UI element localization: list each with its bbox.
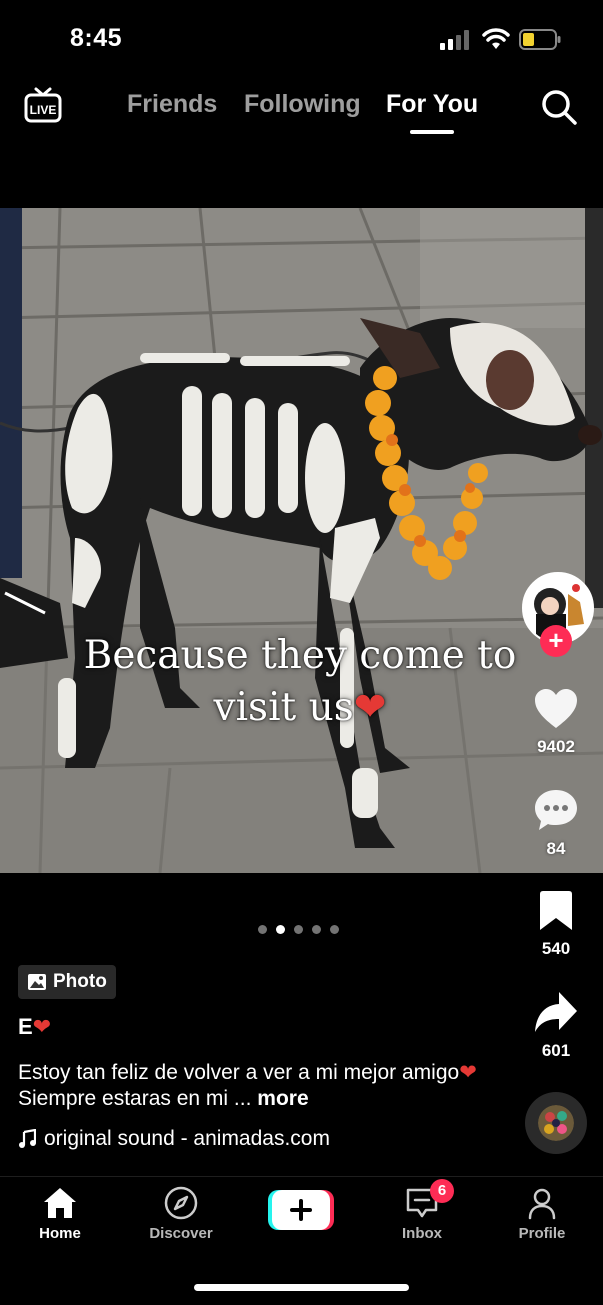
sound-cover (538, 1105, 574, 1141)
nav-profile[interactable]: Profile (492, 1185, 592, 1242)
battery-icon (519, 29, 561, 50)
caption-tail: Siempre estaras en mi ... (18, 1087, 258, 1110)
home-indicator (194, 1284, 409, 1291)
nav-inbox[interactable]: Inbox (372, 1185, 472, 1242)
wifi-icon (482, 28, 510, 49)
username-text: E (18, 1014, 33, 1039)
heart-emoji: ❤ (32, 1014, 52, 1039)
carousel-dot[interactable] (330, 925, 339, 934)
post-caption[interactable]: Estoy tan feliz de volver a ver a mi mej… (18, 1060, 488, 1112)
photo-overlay-text: Because they come to visit us❤ (60, 630, 540, 734)
svg-text:LIVE: LIVE (30, 103, 57, 117)
caption-text: Estoy tan feliz de volver a ver a mi mej… (18, 1061, 460, 1084)
caption-more-link[interactable]: more (257, 1087, 308, 1110)
inbox-notification-badge: 6 (430, 1179, 454, 1203)
sound-link[interactable]: original sound - animadas.com (18, 1127, 330, 1151)
bookmark-count: 540 (541, 939, 571, 958)
comment-icon (535, 790, 577, 830)
create-button[interactable] (268, 1188, 334, 1232)
comment-count: 84 (546, 839, 566, 858)
share-count: 601 (541, 1041, 571, 1060)
tab-following[interactable]: Following (244, 90, 361, 119)
overlay-line-1: Because they come to (83, 633, 517, 678)
music-note-icon (19, 1129, 36, 1148)
post-photo[interactable] (0, 208, 603, 873)
comment-button[interactable]: 84 (525, 788, 587, 859)
heart-icon (535, 689, 577, 728)
like-count: 9402 (537, 737, 575, 756)
photo-type-badge: Photo (18, 965, 116, 999)
overlay-line-2: visit us (213, 685, 354, 730)
follow-button[interactable]: + (540, 625, 572, 657)
search-icon[interactable] (540, 88, 578, 126)
carousel-dot[interactable] (312, 925, 321, 934)
nav-profile-label: Profile (518, 1225, 566, 1242)
bookmark-button[interactable]: 540 (525, 890, 587, 959)
heart-emoji: ❤ (459, 1061, 477, 1084)
creator-username[interactable]: E❤ (18, 1014, 51, 1040)
heart-emoji: ❤ (353, 685, 387, 730)
bookmark-icon (540, 891, 572, 930)
share-icon (535, 992, 577, 1032)
carousel-dot[interactable] (294, 925, 303, 934)
carousel-dot[interactable] (258, 925, 267, 934)
sound-name: original sound - animadas.com (44, 1127, 330, 1150)
nav-home-label: Home (39, 1225, 81, 1242)
live-icon[interactable]: LIVE (23, 86, 63, 126)
share-button[interactable]: 601 (525, 990, 587, 1061)
photo-icon (28, 974, 46, 990)
profile-icon (528, 1188, 556, 1220)
status-time: 8:45 (70, 24, 123, 52)
active-tab-indicator (410, 130, 454, 134)
carousel-dot-active[interactable] (276, 925, 285, 934)
carousel-indicator (258, 925, 339, 934)
nav-discover-label: Discover (149, 1225, 213, 1242)
cellular-signal-icon (440, 30, 469, 50)
nav-home[interactable]: Home (10, 1185, 110, 1242)
tab-friends[interactable]: Friends (127, 90, 217, 119)
tab-for-you[interactable]: For You (386, 90, 478, 119)
home-icon (44, 1188, 76, 1218)
like-button[interactable]: 9402 (525, 688, 587, 757)
nav-discover[interactable]: Discover (131, 1185, 231, 1242)
photo-badge-label: Photo (53, 971, 107, 992)
compass-icon (164, 1186, 198, 1220)
nav-inbox-label: Inbox (402, 1225, 442, 1242)
